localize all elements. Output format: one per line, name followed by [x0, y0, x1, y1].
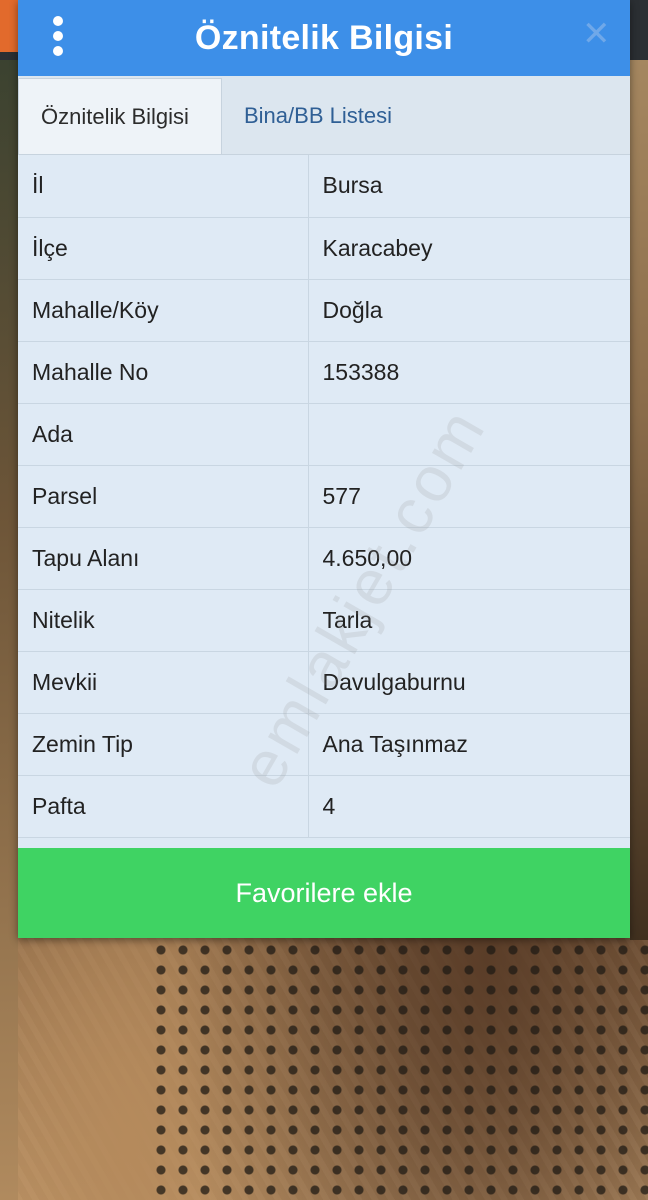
attribute-value: Doğla: [308, 279, 630, 342]
tab-building-list[interactable]: Bina/BB Listesi: [222, 78, 408, 154]
table-row: Mevkii Davulgaburnu: [18, 651, 630, 714]
attribute-value: Ana Taşınmaz: [308, 713, 630, 776]
dialog-title: Öznitelik Bilgisi: [194, 18, 454, 57]
map-edge-right: [630, 60, 648, 940]
attribute-key: Mahalle No: [18, 341, 309, 404]
attribute-key: Mevkii: [18, 651, 309, 714]
attribute-value: Karacabey: [308, 217, 630, 280]
attribute-key: İlçe: [18, 217, 309, 280]
attribute-value: [308, 403, 630, 466]
more-vertical-icon[interactable]: [48, 16, 68, 56]
table-row: Nitelik Tarla: [18, 589, 630, 652]
map-top-accent: [0, 0, 18, 52]
dialog-header: Öznitelik Bilgisi ✕: [18, 0, 630, 76]
olive-grove-texture: [150, 940, 648, 1200]
table-row: Tapu Alanı 4.650,00: [18, 527, 630, 590]
attribute-value: 4.650,00: [308, 527, 630, 590]
attribute-value: 153388: [308, 341, 630, 404]
tab-bar: Öznitelik Bilgisi Bina/BB Listesi: [18, 76, 630, 155]
attribute-key: Pafta: [18, 775, 309, 838]
map-edge-left: [0, 60, 18, 1200]
attribute-key: Zemin Tip: [18, 713, 309, 776]
table-row: Parsel 577: [18, 465, 630, 528]
attribute-key: İl: [18, 155, 309, 218]
attribute-key: Ada: [18, 403, 309, 466]
close-icon[interactable]: ✕: [582, 17, 611, 51]
attribute-value: Tarla: [308, 589, 630, 652]
attribute-value: 4: [308, 775, 630, 838]
table-row: Zemin Tip Ana Taşınmaz: [18, 713, 630, 776]
attribute-key: Nitelik: [18, 589, 309, 652]
add-to-favorites-button[interactable]: Favorilere ekle: [18, 848, 630, 938]
tab-attribute-info[interactable]: Öznitelik Bilgisi: [18, 78, 222, 154]
table-row: İlçe Karacabey: [18, 217, 630, 280]
table-row: İl Bursa: [18, 155, 630, 218]
table-row: Mahalle No 153388: [18, 341, 630, 404]
table-row: Ada: [18, 403, 630, 466]
attribute-value: 577: [308, 465, 630, 528]
attribute-value: Bursa: [308, 155, 630, 218]
attribute-key: Tapu Alanı: [18, 527, 309, 590]
attribute-table: İl Bursa İlçe Karacabey Mahalle/Köy Doğla Maha…: [18, 155, 630, 838]
table-row: Mahalle/Köy Doğla: [18, 279, 630, 342]
attribute-key: Parsel: [18, 465, 309, 528]
table-row: Pafta 4: [18, 775, 630, 838]
attribute-info-dialog: Öznitelik Bilgisi ✕ Öznitelik Bilgisi Bi…: [18, 0, 630, 938]
attribute-key: Mahalle/Köy: [18, 279, 309, 342]
attribute-value: Davulgaburnu: [308, 651, 630, 714]
